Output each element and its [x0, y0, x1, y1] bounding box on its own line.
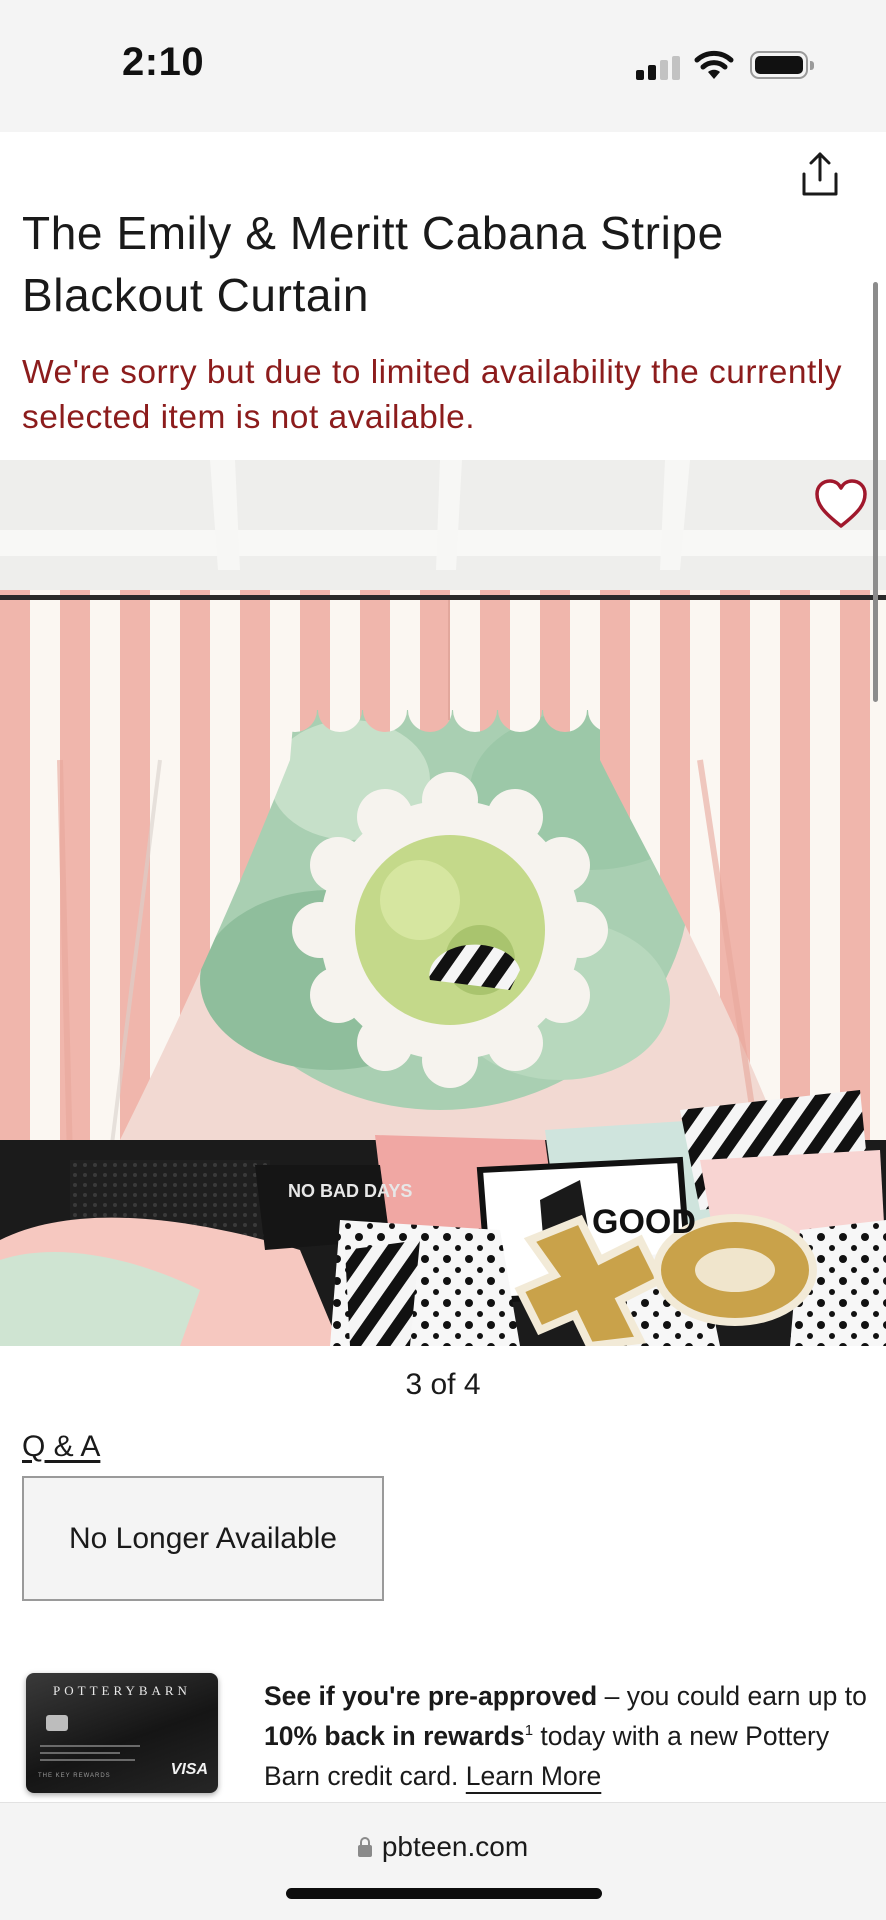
browser-url-bar[interactable]: pbteen.com: [0, 1802, 886, 1920]
card-chip-icon: [46, 1715, 68, 1731]
qa-link[interactable]: Q & A: [22, 1430, 100, 1464]
image-counter: 3 of 4: [405, 1368, 481, 1401]
credit-card-promo: See if you're pre-approved – you could e…: [264, 1676, 870, 1796]
card-rewards-label: THE KEY REWARDS: [38, 1773, 111, 1779]
battery-icon: [750, 51, 814, 79]
availability-warning: We're sorry but due to limited availabil…: [22, 354, 843, 436]
promo-footnote: 1: [524, 1722, 534, 1739]
card-brand: POTTERYBARN: [53, 1683, 191, 1698]
product-title: The Emily & Meritt Cabana Stripe Blackou…: [22, 207, 724, 321]
credit-card-image[interactable]: POTTERYBARN THE KEY REWARDS VISA: [26, 1673, 218, 1793]
home-indicator[interactable]: [286, 1888, 602, 1899]
share-icon[interactable]: [796, 150, 844, 198]
wifi-icon: [694, 50, 734, 79]
lock-icon: [357, 1837, 372, 1857]
url-text: pbteen.com: [381, 1831, 529, 1862]
learn-more-link[interactable]: Learn More: [466, 1761, 602, 1791]
status-bar: 2:10: [0, 0, 886, 132]
visa-logo: VISA: [170, 1761, 208, 1778]
url-display[interactable]: pbteen.com: [0, 1831, 886, 1863]
cellular-signal-icon: [636, 56, 682, 80]
no-longer-available-button[interactable]: No Longer Available: [22, 1476, 384, 1601]
product-photo: NO BAD DAYS GOOD: [0, 460, 886, 1346]
promo-bold-preapproved: See if you're pre-approved: [264, 1681, 598, 1711]
promo-bold-rewards: 10% back in rewards: [264, 1721, 525, 1751]
status-time: 2:10: [122, 40, 205, 84]
heart-outline-icon[interactable]: [813, 478, 869, 530]
promo-text-1: – you could earn up to: [597, 1681, 867, 1711]
product-image[interactable]: NO BAD DAYS GOOD: [0, 460, 886, 1346]
scrollbar[interactable]: [873, 282, 878, 702]
pillow-text-good: GOOD: [592, 1203, 696, 1241]
pillow-text-no-bad-days: NO BAD DAYS: [288, 1181, 412, 1201]
